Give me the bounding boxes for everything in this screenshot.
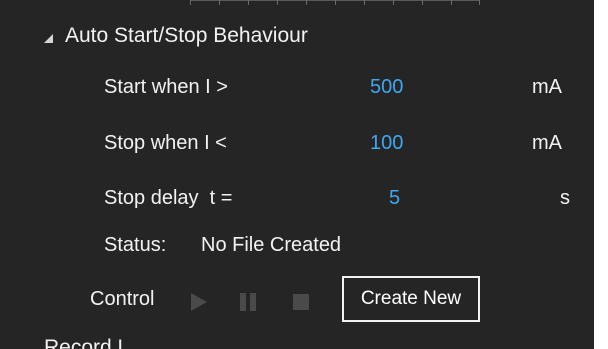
section-title: Auto Start/Stop Behaviour <box>65 24 308 47</box>
expand-triangle-icon[interactable] <box>44 33 53 43</box>
start-threshold-unit: mA <box>532 76 562 98</box>
setting-label-stop: Stop when I < <box>104 132 227 154</box>
stop-delay-unit: s <box>560 187 570 209</box>
status-label: Status: <box>104 234 167 256</box>
scrollbar[interactable] <box>594 0 608 349</box>
section-header-record[interactable]: Record L <box>44 336 129 349</box>
setting-label-start: Start when I > <box>104 76 228 98</box>
setting-row-delay: Stop delay t = 5 s <box>0 181 594 217</box>
play-icon[interactable] <box>191 293 207 311</box>
properties-panel: Auto Start/Stop Behaviour Start when I >… <box>0 0 594 349</box>
control-row: Control Create New <box>0 274 594 330</box>
stop-delay-value[interactable]: 5 <box>389 187 400 210</box>
start-threshold-value[interactable]: 500 <box>370 76 403 99</box>
setting-row-stop: Stop when I < 100 mA <box>0 126 594 162</box>
stop-threshold-value[interactable]: 100 <box>370 132 403 155</box>
setting-row-start: Start when I > 500 mA <box>0 70 594 106</box>
setting-label-delay: Stop delay t = <box>104 187 233 209</box>
status-text: No File Created <box>201 234 342 256</box>
status-row: Status: No File Created <box>0 228 594 264</box>
stop-threshold-unit: mA <box>532 132 562 154</box>
section-header-auto-start-stop[interactable]: Auto Start/Stop Behaviour <box>44 18 308 54</box>
pause-icon[interactable] <box>240 293 256 311</box>
create-new-button[interactable]: Create New <box>342 276 480 322</box>
control-label: Control <box>90 288 155 310</box>
tick-ruler <box>190 0 480 8</box>
stop-icon[interactable] <box>293 294 309 310</box>
